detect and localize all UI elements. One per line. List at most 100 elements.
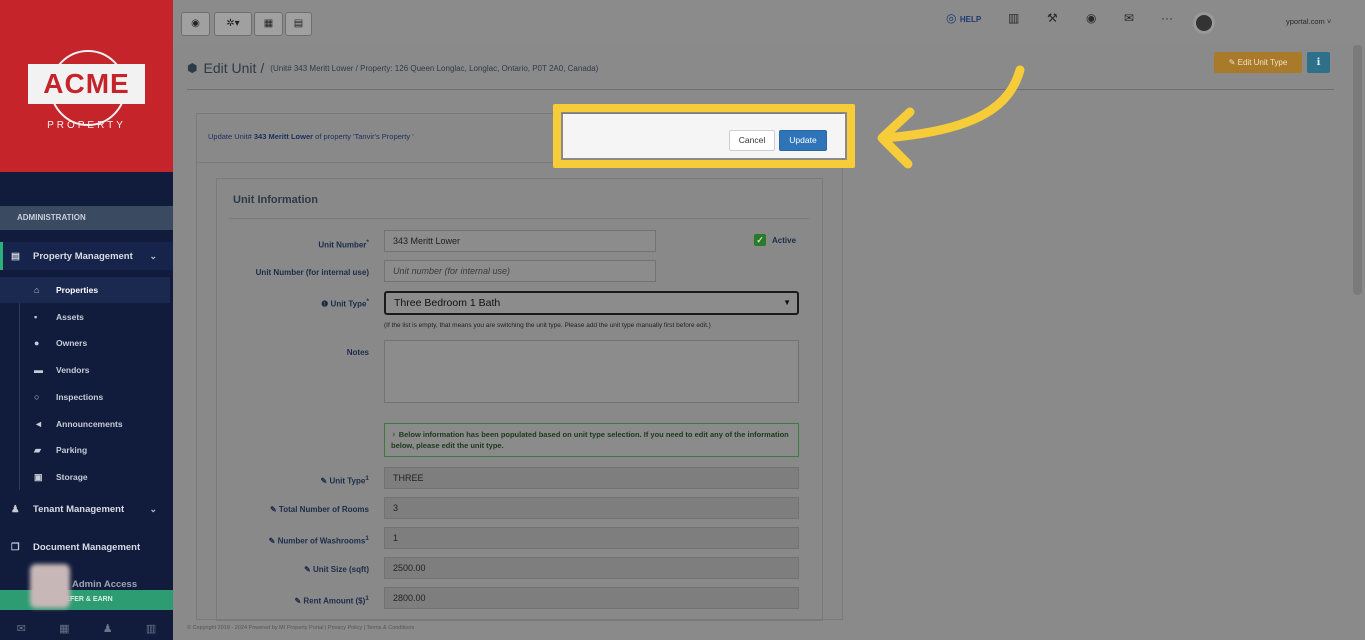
scrollbar[interactable]: [1353, 45, 1362, 295]
assets-icon: ▪: [34, 312, 38, 322]
settings-button[interactable]: ✲▾: [214, 12, 252, 36]
unit-size-field: 2500.00: [384, 557, 799, 579]
nav-label: Document Management: [33, 541, 141, 553]
storage-icon: ▣: [34, 471, 43, 482]
calendar-button[interactable]: ▦: [254, 12, 283, 36]
owner-icon: ●: [34, 338, 40, 348]
user-email: yportal.com: [1286, 17, 1325, 26]
edit-unit-type-label: Edit Unit Type: [1237, 58, 1288, 67]
nav-document-management[interactable]: ❐ Document Management: [0, 535, 173, 559]
building-icon: ▤: [11, 250, 20, 262]
help-button[interactable]: ◎ HELP: [946, 11, 981, 33]
sidebar-item-properties[interactable]: ⌂ Properties: [0, 277, 170, 303]
chevron-down-icon: ⌄: [149, 250, 157, 261]
sidebar-item-parking[interactable]: ▰ Parking: [0, 437, 170, 463]
dashboard-button[interactable]: ◉: [181, 12, 210, 36]
washrooms-field: 1: [384, 527, 799, 549]
mail-icon[interactable]: ✉: [17, 622, 26, 635]
unit-type-hint: (If the list is empty, that means you ar…: [384, 322, 711, 329]
user-avatar[interactable]: [1193, 12, 1215, 34]
sidebar-item-inspections[interactable]: ○ Inspections: [0, 384, 170, 410]
lightbulb-icon: ♀: [391, 430, 397, 439]
page-subtitle: (Unit# 343 Meritt Lower / Property: 126 …: [270, 63, 599, 73]
sidebar-item-label: Vendors: [56, 365, 90, 375]
divider: [187, 89, 1334, 90]
unit-number-label: Unit Number*: [318, 239, 369, 250]
cancel-button[interactable]: Cancel: [729, 130, 775, 151]
active-label: Active: [772, 235, 797, 245]
pointer-arrow-icon: [877, 65, 1025, 169]
check-icon: ✓: [754, 234, 766, 246]
internal-unit-input[interactable]: Unit number (for internal use): [384, 260, 656, 282]
ro-unit-type-field: THREE: [384, 467, 799, 489]
ro-unit-type-label: ✎ Unit Type1: [320, 475, 370, 486]
briefcase-icon[interactable]: ▦: [59, 622, 69, 635]
update-button[interactable]: Update: [779, 130, 827, 151]
envelope-icon[interactable]: ✉: [1124, 11, 1134, 33]
notes-textarea[interactable]: [384, 340, 799, 403]
nav-property-management[interactable]: ▤ Property Management ⌄: [0, 242, 173, 270]
megaphone-icon: ◄: [34, 419, 43, 429]
rent-field: 2800.00: [384, 587, 799, 609]
sidebar-item-assets[interactable]: ▪ Assets: [0, 304, 170, 330]
avatar: [30, 564, 70, 608]
title-separator: /: [260, 60, 265, 76]
calculator-icon: ▤: [293, 18, 304, 29]
active-checkbox[interactable]: ✓ Active: [754, 234, 796, 246]
nav-label: Admin Access: [72, 578, 138, 590]
sidebar-item-storage[interactable]: ▣ Storage: [0, 464, 170, 490]
unit-information-panel: Unit Information Unit Number* 343 Meritt…: [216, 178, 823, 621]
info-icon: ❶: [321, 299, 331, 309]
note-prefix: Update Unit#: [208, 132, 254, 141]
section-title: Unit Information: [233, 194, 318, 206]
rent-label: ✎ Rent Amount ($)1: [294, 595, 369, 606]
users-icon: ♟: [11, 503, 20, 515]
rooms-field: 3: [384, 497, 799, 519]
page-header: ⬢ Edit Unit / (Unit# 343 Meritt Lower / …: [187, 57, 598, 79]
section-divider: [229, 218, 809, 219]
user-menu[interactable]: yportal.com ˅: [1286, 17, 1331, 39]
footer: © Copyright 2018 - 2024 Powered by MI Pr…: [187, 625, 415, 631]
sidebar-item-label: Parking: [56, 445, 88, 455]
section-label: ADMINISTRATION: [0, 206, 173, 230]
home-icon: ⌂: [34, 285, 40, 295]
unit-number-input[interactable]: 343 Meritt Lower: [384, 230, 656, 252]
car-icon: ▰: [34, 444, 41, 455]
logo-text: ACME: [28, 64, 145, 104]
refer-earn-button[interactable]: REFER & EARN: [0, 590, 173, 610]
unit-type-select[interactable]: Three Bedroom 1 Bath ▼: [384, 291, 799, 315]
calculator-icon[interactable]: ▥: [146, 622, 156, 635]
calculator-button[interactable]: ▤: [285, 12, 312, 36]
eye-icon[interactable]: ◉: [1086, 11, 1096, 33]
gear-icon: ✲▾: [226, 18, 240, 29]
nav-tenant-management[interactable]: ♟ Tenant Management ⌄: [0, 497, 173, 521]
lifebuoy-icon: ◎: [946, 11, 957, 25]
page-title: Edit Unit: [203, 60, 257, 76]
nav-label: Property Management: [33, 250, 133, 262]
logo-subtext: PROPERTY: [47, 120, 126, 131]
info-button[interactable]: ℹ: [1307, 52, 1330, 73]
cube-icon: ⬢: [187, 61, 198, 75]
unit-size-label: ✎ Unit Size (sqft): [304, 565, 369, 574]
unit-type-label: ❶ Unit Type*: [321, 298, 369, 309]
user-icon[interactable]: ♟: [103, 622, 113, 635]
logo[interactable]: ACME PROPERTY: [0, 0, 173, 172]
document-icon: ❐: [11, 541, 20, 553]
sidebar-item-label: Owners: [56, 338, 88, 348]
wrench-icon[interactable]: ⚒: [1047, 11, 1058, 33]
update-note: Update Unit# 343 Meritt Lower of propert…: [208, 132, 414, 141]
chevron-down-icon: ⌄: [149, 503, 157, 514]
internal-unit-label: Unit Number (for internal use): [255, 268, 369, 277]
pencil-icon: ✎: [1228, 58, 1236, 67]
sidebar-item-owners[interactable]: ● Owners: [0, 330, 170, 356]
edit-unit-type-button[interactable]: ✎ Edit Unit Type: [1214, 52, 1302, 73]
sidebar-item-announcements[interactable]: ◄ Announcements: [0, 411, 170, 437]
unit-type-value: Three Bedroom 1 Bath: [394, 297, 501, 309]
sidebar-item-vendors[interactable]: ▬ Vendors: [0, 357, 170, 383]
calendar-icon: ▦: [263, 18, 274, 29]
washrooms-label: ✎ Number of Washrooms1: [268, 535, 369, 546]
reports-icon[interactable]: ▥: [1008, 11, 1019, 33]
notes-label: Notes: [346, 348, 369, 357]
sidebar: ACME PROPERTY ADMINISTRATION ▤ Property …: [0, 0, 173, 640]
more-icon[interactable]: ···: [1161, 11, 1173, 33]
